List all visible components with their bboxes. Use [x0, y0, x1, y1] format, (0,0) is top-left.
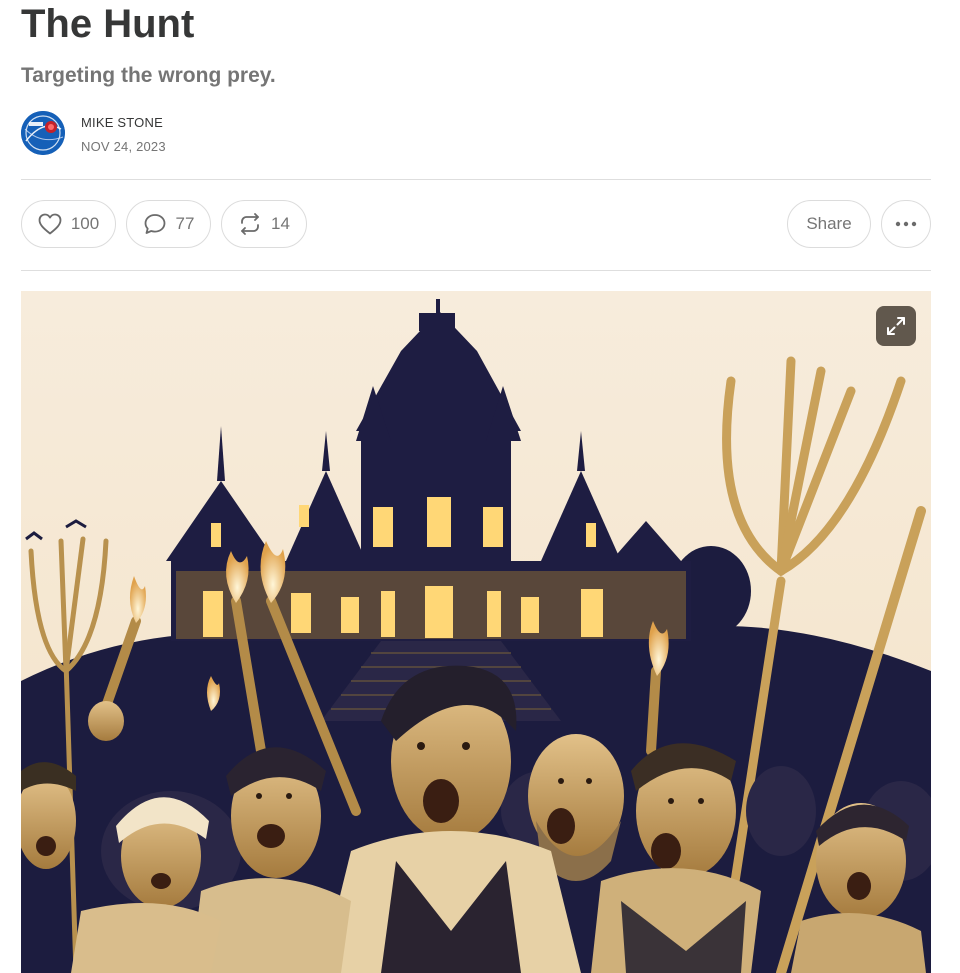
divider: [21, 270, 931, 271]
author-name[interactable]: MIKE STONE: [81, 115, 163, 130]
heart-icon: [38, 213, 62, 235]
comment-count: 77: [175, 214, 195, 233]
comment-bubble-icon: [143, 213, 167, 235]
ellipsis-icon: [895, 221, 917, 227]
mob-and-mansion-illustration: [21, 291, 931, 973]
expand-icon: [885, 315, 907, 337]
restack-arrows-icon: [238, 212, 262, 236]
post-hero-image[interactable]: [21, 291, 931, 973]
share-label: Share: [806, 214, 852, 233]
restack-count: 14: [271, 214, 290, 233]
expand-image-button[interactable]: [876, 306, 916, 346]
more-options-button[interactable]: [881, 200, 931, 248]
like-button[interactable]: 100: [21, 200, 116, 248]
post-subtitle: Targeting the wrong prey.: [21, 64, 276, 87]
restack-button[interactable]: 14: [221, 200, 307, 248]
share-button[interactable]: Share: [787, 200, 871, 248]
post-date: NOV 24, 2023: [81, 139, 166, 154]
like-count: 100: [70, 214, 100, 233]
author-avatar[interactable]: [21, 111, 65, 155]
comment-button[interactable]: 77: [126, 200, 211, 248]
divider: [21, 179, 931, 180]
post-title: The Hunt: [21, 2, 195, 46]
